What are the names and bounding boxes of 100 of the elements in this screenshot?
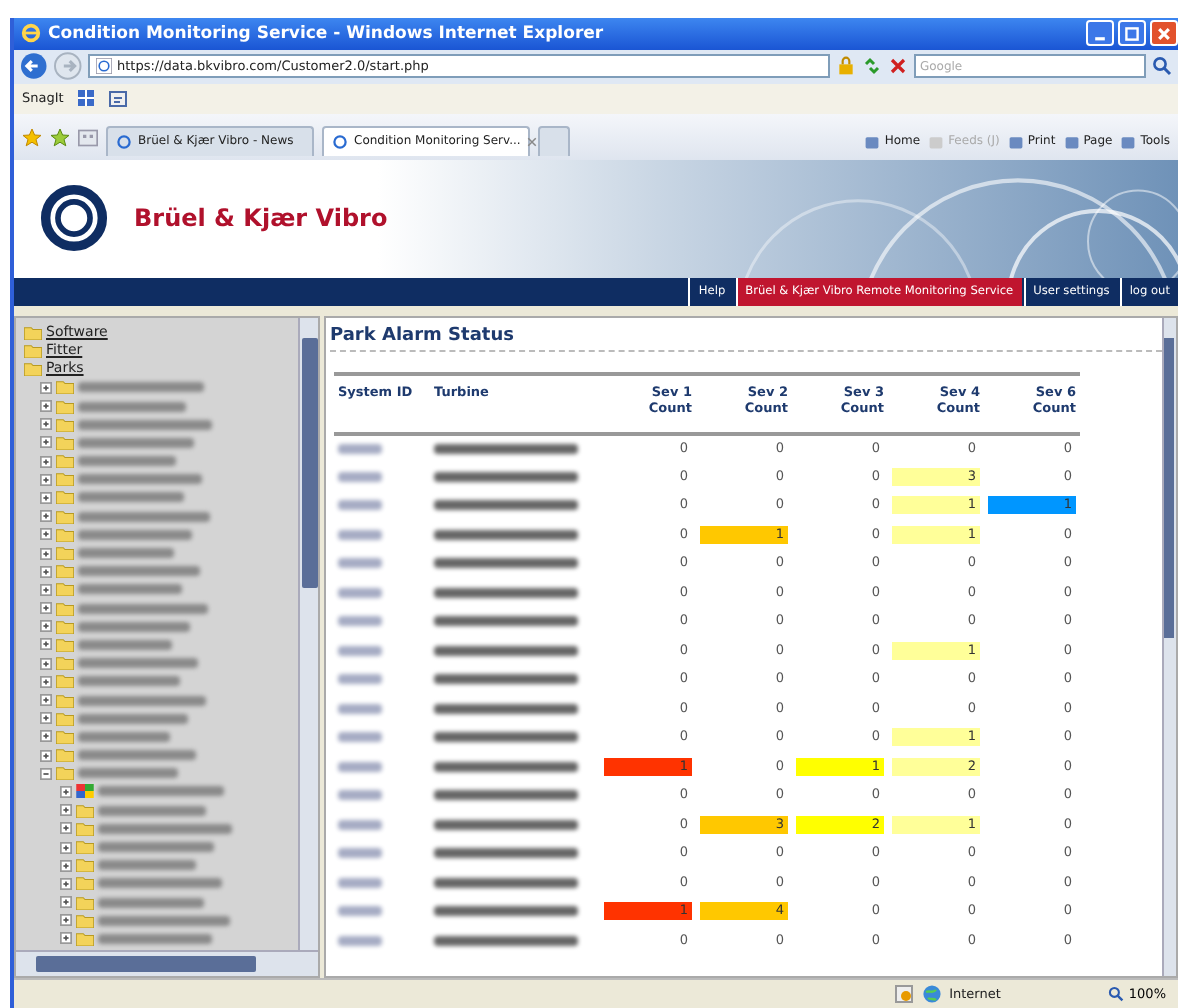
expand-toggle[interactable]: [60, 804, 72, 817]
blurred-text: [98, 842, 214, 853]
command-icon: [864, 133, 881, 150]
expand-toggle[interactable]: [40, 657, 52, 670]
magnifier-icon: [1108, 986, 1125, 1002]
scrollbar[interactable]: [16, 950, 318, 977]
blurred-text: [98, 860, 196, 871]
blurred-text: [434, 616, 578, 627]
expand-toggle[interactable]: [60, 932, 72, 945]
back-button[interactable]: [20, 52, 48, 81]
window-title: Condition Monitoring Service - Windows Internet Explorer: [48, 23, 604, 44]
blurred-text: [98, 878, 222, 889]
expand-toggle[interactable]: [60, 877, 72, 890]
expand-toggle[interactable]: [40, 712, 52, 725]
expand-toggle[interactable]: [60, 859, 72, 872]
expand-toggle[interactable]: [40, 528, 52, 541]
blurred-text: [434, 877, 578, 888]
scrollbar[interactable]: [298, 317, 318, 951]
expand-toggle[interactable]: [40, 381, 52, 394]
expand-toggle[interactable]: [60, 896, 72, 909]
blurred-text: [78, 658, 198, 669]
blurred-text: [434, 848, 578, 859]
blurred-text: [78, 639, 172, 650]
blurred-text: [338, 906, 382, 917]
expand-toggle[interactable]: [40, 749, 52, 762]
blurred-text: [78, 401, 186, 412]
grid-icon[interactable]: [75, 88, 96, 109]
blurred-text: [78, 474, 202, 485]
blurred-text: [338, 645, 382, 656]
blurred-text: [78, 492, 184, 503]
close-button[interactable]: [1150, 20, 1178, 47]
add-favorite-icon[interactable]: [50, 127, 70, 148]
blurred-text: [78, 676, 180, 687]
expand-toggle[interactable]: [60, 841, 72, 854]
blurred-text: [434, 819, 578, 830]
expand-toggle[interactable]: [40, 565, 52, 578]
stop-icon[interactable]: [887, 56, 908, 77]
command-icon: [1063, 133, 1080, 150]
expand-toggle[interactable]: [40, 491, 52, 504]
expand-toggle[interactable]: [40, 455, 52, 468]
blurred-text: [434, 935, 578, 946]
blurred-text: [434, 761, 578, 772]
refresh-icon[interactable]: [861, 56, 882, 77]
blurred-text: [338, 935, 382, 946]
expand-toggle[interactable]: [40, 473, 52, 486]
maximize-button[interactable]: [1118, 20, 1146, 47]
browser-logo-icon: [20, 22, 42, 45]
blurred-text: [338, 616, 382, 627]
scrollbar[interactable]: [1162, 317, 1176, 977]
note-icon[interactable]: [107, 88, 128, 109]
brand-name: Brüel & Kjær Vibro: [134, 204, 388, 233]
expand-toggle[interactable]: [40, 510, 52, 523]
blurred-text: [78, 419, 212, 430]
page-title: Park Alarm Status: [330, 325, 1162, 352]
expand-toggle[interactable]: [40, 400, 52, 413]
blurred-text: [78, 529, 192, 540]
expand-toggle[interactable]: [60, 822, 72, 835]
favorites-star-icon[interactable]: [22, 127, 42, 148]
command-icon: [1007, 133, 1024, 150]
expand-toggle[interactable]: [40, 418, 52, 431]
expand-toggle[interactable]: [40, 547, 52, 560]
blurred-text: [78, 511, 210, 522]
expand-toggle[interactable]: [40, 730, 52, 743]
expand-toggle[interactable]: [60, 914, 72, 927]
status-grid-icon: [76, 784, 94, 799]
search-icon[interactable]: [1152, 56, 1172, 77]
blurred-text: [434, 790, 578, 801]
blurred-text: [338, 471, 382, 482]
blurred-text: [338, 587, 382, 598]
blurred-text: [78, 621, 190, 632]
expand-toggle[interactable]: [40, 638, 52, 651]
blurred-text: [78, 603, 208, 614]
blurred-text: [98, 897, 204, 908]
blurred-text: [78, 584, 182, 595]
blurred-text: [98, 805, 206, 816]
blurred-text: [434, 732, 578, 743]
command-icon: [928, 133, 945, 150]
blurred-text: [98, 786, 224, 797]
blurred-text: [338, 761, 382, 772]
blurred-text: [338, 558, 382, 569]
expand-toggle[interactable]: [40, 675, 52, 688]
blurred-text: [434, 703, 578, 714]
close-icon[interactable]: [526, 135, 539, 148]
expand-toggle[interactable]: [40, 620, 52, 633]
expand-toggle[interactable]: [40, 436, 52, 449]
expand-toggle[interactable]: [40, 583, 52, 596]
expand-toggle[interactable]: [40, 602, 52, 615]
blurred-text: [78, 750, 196, 761]
blurred-text: [338, 877, 382, 888]
command-icon: [1120, 133, 1137, 150]
blurred-text: [78, 731, 170, 742]
expand-toggle[interactable]: [60, 785, 72, 798]
minimize-button[interactable]: [1086, 20, 1114, 47]
blurred-text: [338, 790, 382, 801]
expand-toggle[interactable]: [40, 694, 52, 707]
blurred-text: [434, 471, 578, 482]
lock-icon: [835, 56, 856, 77]
expand-toggle[interactable]: [40, 767, 52, 780]
blurred-text: [78, 456, 176, 467]
close-icon: [1156, 25, 1172, 42]
